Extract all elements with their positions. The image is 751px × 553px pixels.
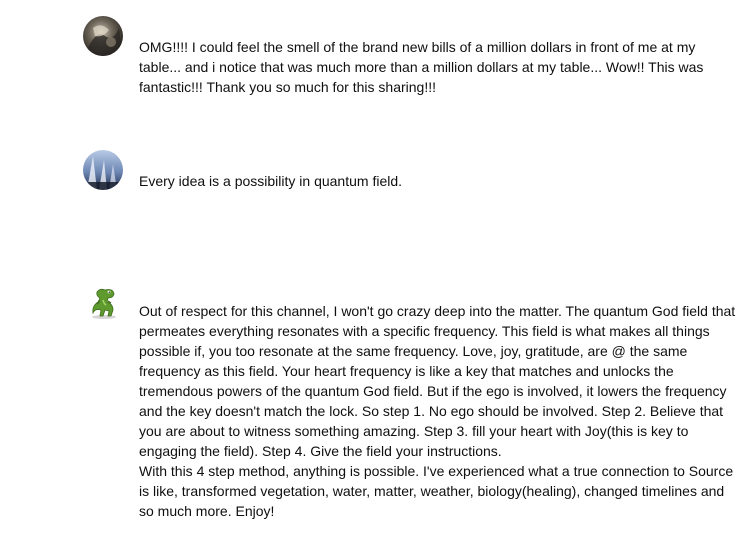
avatar-photo-icon [83,150,123,190]
avatar[interactable] [83,16,123,56]
dinosaur-avatar-icon [92,288,116,319]
comment-text: OMG!!!! I could feel the smell of the br… [139,39,704,95]
avatar[interactable] [83,150,123,190]
avatar[interactable] [83,280,123,320]
comment-text: Out of respect for this channel, I won't… [139,303,736,519]
avatar-photo-icon [83,16,123,56]
comment-text: Every idea is a possibility in quantum f… [139,173,403,189]
